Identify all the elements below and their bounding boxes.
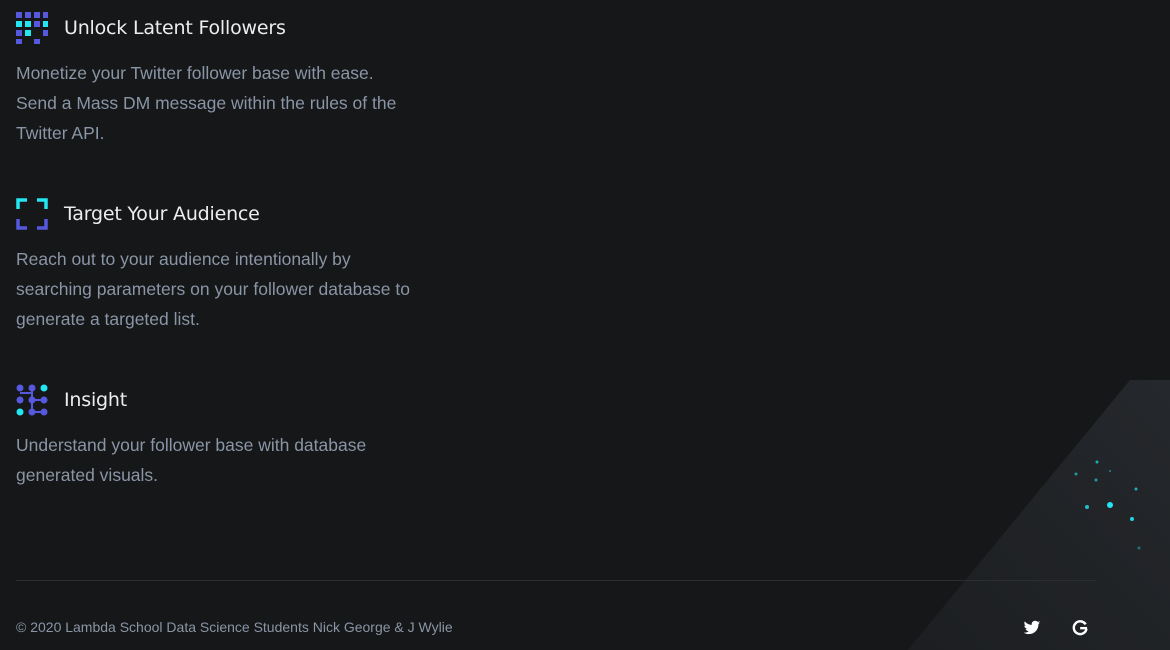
feature-description: Reach out to your audience intentionally…	[16, 249, 410, 329]
feature-description: Understand your follower base with datab…	[16, 435, 367, 485]
connected-dots-icon	[16, 384, 48, 416]
footer-divider	[16, 580, 1096, 581]
feature-header: Target Your Audience	[16, 198, 416, 230]
feature-unlock-followers: Unlock Latent Followers Monetize your Tw…	[16, 12, 416, 148]
twitter-icon	[1023, 620, 1041, 635]
feature-header: Insight	[16, 384, 416, 416]
feature-header: Unlock Latent Followers	[16, 12, 416, 44]
feature-description: Monetize your Twitter follower base with…	[16, 63, 397, 143]
feature-title: Unlock Latent Followers	[64, 17, 286, 39]
google-icon	[1072, 620, 1088, 636]
decorative-dots	[1074, 460, 1141, 550]
feature-title: Target Your Audience	[64, 203, 260, 225]
feature-target-audience: Target Your Audience Reach out to your a…	[16, 198, 416, 334]
google-link[interactable]	[1071, 619, 1089, 637]
feature-title: Insight	[64, 389, 127, 411]
twitter-link[interactable]	[1023, 619, 1041, 637]
copyright-text: © 2020 Lambda School Data Science Studen…	[16, 619, 453, 635]
feature-insight: Insight Understand your follower base wi…	[16, 384, 416, 490]
grid-squares-icon	[16, 12, 48, 44]
page: Unlock Latent Followers Monetize your Tw…	[0, 0, 1170, 650]
target-frame-icon	[16, 198, 48, 230]
